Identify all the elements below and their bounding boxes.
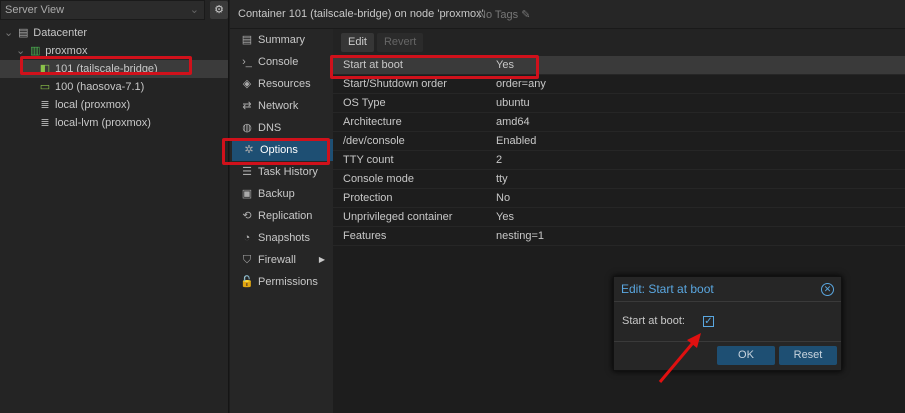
chevron-down-icon: ⌄: [189, 4, 199, 16]
nav-icon: ⟲: [242, 210, 252, 222]
option-name: Features: [343, 230, 387, 242]
tree-item-vm-100[interactable]: ▭ 100 (haosova-7.1): [0, 78, 228, 96]
nav-item-snapshots[interactable]: ◔ Snapshots: [230, 227, 333, 249]
view-selector[interactable]: Server View ⌄: [0, 0, 205, 20]
table-row[interactable]: /dev/console Enabled: [333, 132, 905, 151]
dialog-title-bar: Edit: Start at boot ✕: [614, 277, 841, 302]
option-name: OS Type: [343, 97, 386, 109]
page-title: Container 101 (tailscale-bridge) on node…: [238, 8, 484, 20]
option-value: nesting=1: [496, 230, 545, 242]
tree: ⌄ ▤ Datacenter ⌄ ▥ proxmox ◧ 101 (tailscale…: [0, 24, 228, 132]
tags[interactable]: No Tags ✎: [478, 8, 530, 21]
table-row[interactable]: OS Type ubuntu: [333, 94, 905, 113]
option-value: ubuntu: [496, 97, 530, 109]
nav-icon: ◍: [242, 122, 252, 134]
option-value: Yes: [496, 211, 514, 223]
chevron-right-icon: ▶: [318, 255, 325, 264]
gear-icon[interactable]: ⚙: [210, 1, 228, 19]
nav-label: Resources: [258, 78, 311, 90]
option-name: Architecture: [343, 116, 402, 128]
option-name: TTY count: [343, 154, 394, 166]
table-row[interactable]: Architecture amd64: [333, 113, 905, 132]
nav-item-firewall[interactable]: ⛉ Firewall ▶: [230, 249, 333, 271]
toolbar: Edit Revert: [333, 29, 905, 56]
view-label: Server View: [5, 4, 65, 16]
tree-item-local-lvm[interactable]: ≣ local-lvm (proxmox): [0, 114, 228, 132]
nav-item-permissions[interactable]: 🔓 Permissions: [230, 271, 333, 293]
nav-label: Summary: [258, 34, 306, 46]
option-name: /dev/console: [343, 135, 405, 147]
option-value: amd64: [496, 116, 530, 128]
nav-label: Replication: [258, 210, 313, 222]
tags-label: No Tags: [478, 9, 519, 21]
pencil-icon: ✎: [521, 9, 531, 21]
nav-icon: ⇄: [242, 100, 252, 112]
nav-label: Task History: [258, 166, 318, 178]
red-arrow-annotation: [658, 333, 701, 383]
nav-icon: 🔓: [240, 276, 254, 288]
nav-icon: ▤: [241, 34, 253, 46]
option-value: No: [496, 192, 511, 204]
nav-item-resources[interactable]: ◈ Resources: [230, 73, 333, 95]
tree-label: local-lvm (proxmox): [55, 117, 151, 129]
option-name: Console mode: [343, 173, 414, 185]
nav-icon: ◔: [243, 232, 251, 244]
nav-item-console[interactable]: ›_ Console: [230, 51, 333, 73]
option-name: Unprivileged container: [343, 211, 453, 223]
storage-icon: ≣: [40, 117, 50, 129]
options-nav: ▤ Summary ›_ Console ◈ Resources ⇄ Network ◍ DNS ✲…: [230, 29, 333, 413]
nav-label: Console: [258, 56, 299, 68]
options-grid: Start at boot Yes Start/Shutdown order orde…: [333, 56, 905, 246]
nav-label: Permissions: [258, 276, 318, 288]
edit-button[interactable]: Edit: [341, 33, 374, 52]
server-rack-icon: ▤: [18, 27, 29, 39]
revert-button[interactable]: Revert: [376, 33, 424, 52]
nav-label: Snapshots: [258, 232, 310, 244]
content-header: Container 101 (tailscale-bridge) on node…: [230, 0, 905, 29]
nav-label: Backup: [258, 188, 295, 200]
dialog-title: Edit: Start at boot: [621, 282, 714, 296]
nav-item-replication[interactable]: ⟲ Replication: [230, 205, 333, 227]
highlight-box: [330, 55, 539, 79]
vm-icon: ▭: [39, 81, 51, 93]
nav-item-backup[interactable]: ▣ Backup: [230, 183, 333, 205]
storage-icon: ≣: [40, 99, 50, 111]
table-row[interactable]: Unprivileged container Yes: [333, 208, 905, 227]
tree-label: Datacenter: [33, 27, 88, 39]
nav-item-summary[interactable]: ▤ Summary: [230, 29, 333, 51]
highlight-box: [222, 138, 330, 165]
table-row[interactable]: TTY count 2: [333, 151, 905, 170]
nav-label: Firewall: [258, 254, 296, 266]
start-at-boot-label: Start at boot:: [622, 315, 685, 327]
reset-button[interactable]: Reset: [779, 346, 837, 365]
option-value: 2: [496, 154, 503, 166]
option-value: Enabled: [496, 135, 537, 147]
tree-item-datacenter[interactable]: ⌄ ▤ Datacenter: [0, 24, 228, 42]
table-row[interactable]: Features nesting=1: [333, 227, 905, 246]
table-row[interactable]: Protection No: [333, 189, 905, 208]
nav-item-network[interactable]: ⇄ Network: [230, 95, 333, 117]
table-row[interactable]: Console mode tty: [333, 170, 905, 189]
nav-icon: ⛉: [242, 254, 252, 266]
ok-button[interactable]: OK: [717, 346, 775, 365]
start-at-boot-checkbox[interactable]: ✓: [703, 316, 714, 327]
tree-label: local (proxmox): [55, 99, 131, 111]
nav-label: Network: [258, 100, 299, 112]
nav-label: DNS: [258, 122, 282, 134]
option-name: Protection: [343, 192, 393, 204]
highlight-box: [20, 56, 192, 75]
nav-icon: ▣: [241, 188, 253, 200]
nav-icon: ›_: [242, 56, 252, 68]
edit-start-at-boot-dialog: Edit: Start at boot ✕ Start at boot: ✓ OK …: [613, 276, 842, 371]
option-value: tty: [496, 173, 508, 185]
tree-label: 100 (haosova-7.1): [55, 81, 145, 93]
nav-icon: ◈: [242, 78, 252, 90]
tree-item-local[interactable]: ≣ local (proxmox): [0, 96, 228, 114]
close-icon[interactable]: ✕: [821, 283, 834, 296]
nav-item-dns[interactable]: ◍ DNS: [230, 117, 333, 139]
